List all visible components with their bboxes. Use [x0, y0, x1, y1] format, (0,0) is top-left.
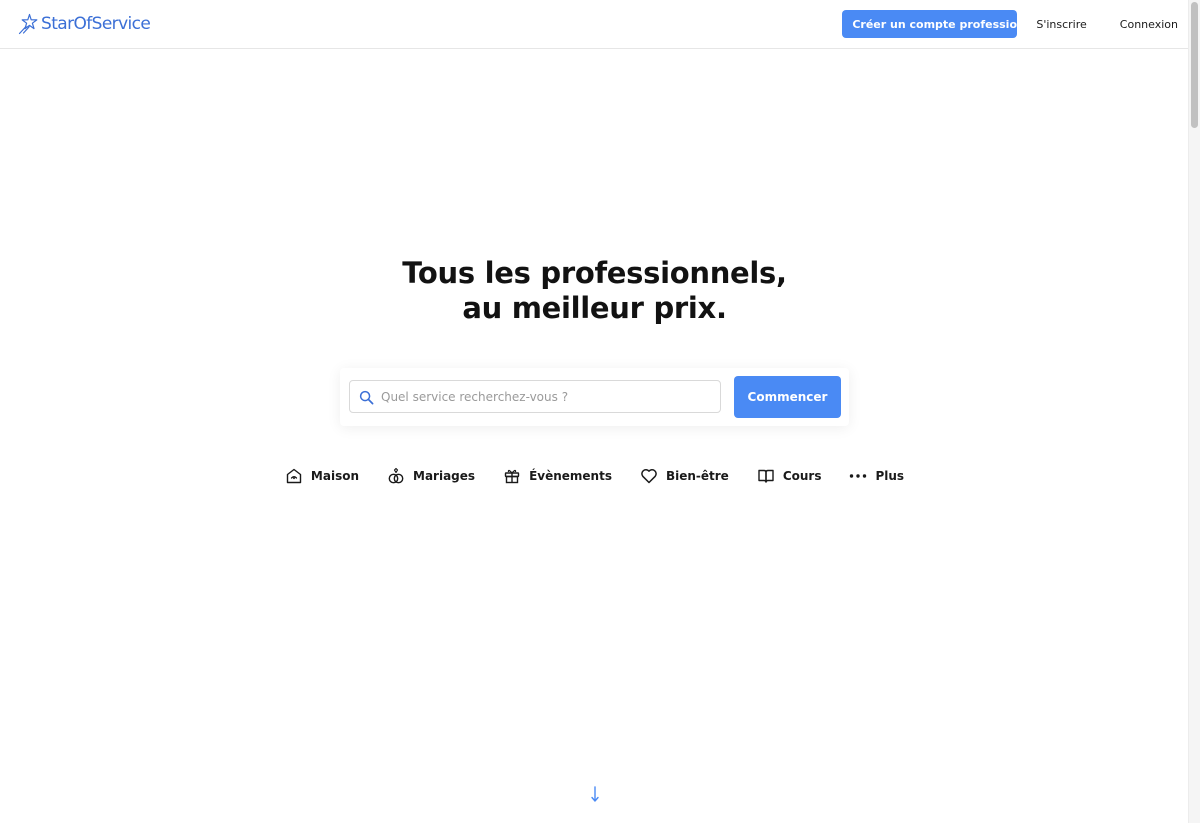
- category-plus[interactable]: Plus: [849, 467, 904, 485]
- gift-icon: [504, 469, 520, 484]
- create-pro-account-button[interactable]: Créer un compte professionnel: [842, 10, 1044, 38]
- house-icon: [286, 468, 302, 484]
- hero-title: Tous les professionnels, au meilleur pri…: [0, 256, 1189, 326]
- star-logo-icon: [18, 13, 38, 35]
- search-card: Commencer: [340, 368, 849, 426]
- category-bien-etre[interactable]: Bien-être: [640, 467, 729, 485]
- category-maison[interactable]: Maison: [285, 467, 359, 485]
- category-cours[interactable]: Cours: [757, 467, 822, 485]
- more-dots-icon: [850, 474, 867, 478]
- login-link[interactable]: Connexion: [1120, 18, 1178, 31]
- start-button[interactable]: Commencer: [734, 376, 841, 418]
- vertical-scrollbar[interactable]: [1188, 0, 1200, 823]
- search-icon: [359, 390, 374, 405]
- category-mariages[interactable]: Mariages: [387, 467, 475, 485]
- page: StarOfService Créer un compte profession…: [0, 0, 1200, 823]
- hero-title-line-2: au meilleur prix.: [462, 291, 727, 325]
- category-label: Maison: [310, 469, 360, 483]
- book-icon: [758, 469, 774, 483]
- search-box[interactable]: [349, 380, 721, 413]
- category-label: Plus: [875, 469, 905, 483]
- site-header: StarOfService Créer un compte profession…: [0, 0, 1189, 49]
- hero-title-line-1: Tous les professionnels,: [402, 256, 787, 290]
- category-label: Évènements: [529, 469, 612, 483]
- category-label: Cours: [782, 469, 822, 483]
- heart-icon: [641, 469, 657, 484]
- search-input[interactable]: [381, 381, 711, 412]
- category-label: Bien-être: [665, 469, 729, 483]
- logo[interactable]: StarOfService: [17, 11, 151, 37]
- scroll-down-arrow-icon[interactable]: [589, 786, 601, 803]
- header-nav: Créer un compte professionnel S'inscrire…: [842, 10, 1178, 38]
- scrollbar-thumb[interactable]: [1191, 2, 1198, 128]
- logo-text: StarOfService: [41, 14, 151, 34]
- category-label: Mariages: [413, 469, 476, 483]
- category-evenements[interactable]: Évènements: [503, 467, 612, 485]
- signup-link[interactable]: S'inscrire: [1036, 18, 1086, 31]
- category-list: Maison Mariages Évènements Bien-être Cou…: [0, 463, 1189, 489]
- rings-icon: [388, 467, 404, 484]
